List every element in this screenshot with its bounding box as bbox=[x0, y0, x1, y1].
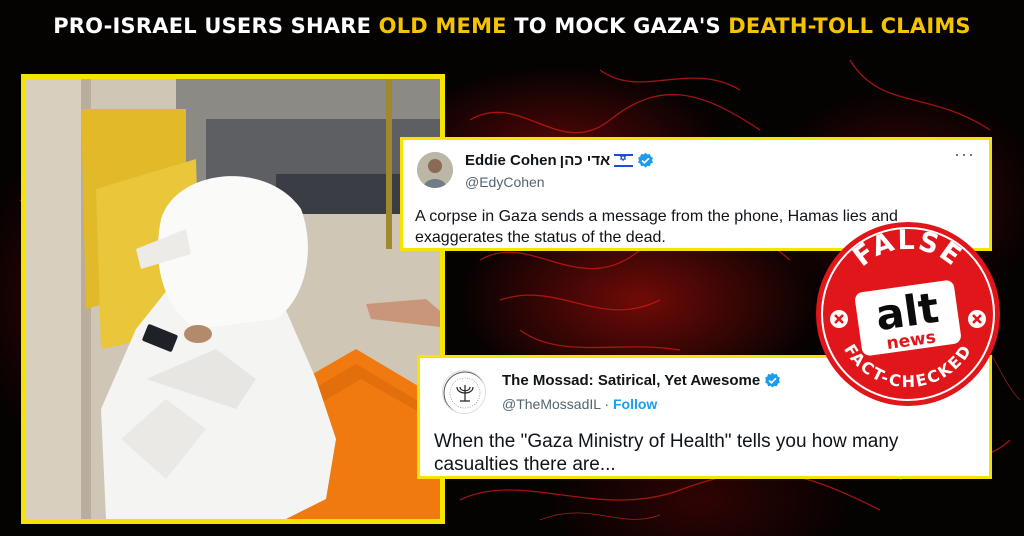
headline-highlight-1: OLD MEME bbox=[378, 14, 507, 38]
headline-part-2: TO MOCK GAZA'S bbox=[506, 14, 729, 38]
follow-link[interactable]: Follow bbox=[613, 396, 657, 412]
handle-line: @TheMossadIL · Follow bbox=[502, 396, 657, 412]
display-name: The Mossad: Satirical, Yet Awesome bbox=[502, 372, 761, 389]
false-fact-checked-stamp: FALSE FACT-CHECKED alt news bbox=[813, 219, 1003, 409]
more-options-icon[interactable]: ··· bbox=[954, 144, 975, 165]
handle[interactable]: @EdyCohen bbox=[465, 174, 545, 190]
verified-badge-icon bbox=[638, 152, 654, 168]
display-name-hebrew: אדי כהן bbox=[559, 152, 611, 169]
handle[interactable]: @TheMossadIL bbox=[502, 396, 601, 412]
tweet-text: When the "Gaza Ministry of Health" tells… bbox=[434, 431, 899, 475]
headline: PRO-ISRAEL USERS SHARE OLD MEME TO MOCK … bbox=[0, 6, 1024, 46]
headline-part-1: PRO-ISRAEL USERS SHARE bbox=[53, 14, 379, 38]
israel-flag-icon bbox=[614, 153, 634, 167]
display-name: Eddie Cohen bbox=[465, 152, 557, 169]
verified-badge-icon bbox=[765, 372, 781, 388]
avatar[interactable] bbox=[417, 152, 453, 188]
stamp-x-left-icon bbox=[830, 310, 848, 328]
separator: · bbox=[600, 396, 613, 412]
stamp-x-right-icon bbox=[968, 310, 986, 328]
headline-highlight-2: DEATH-TOLL CLAIMS bbox=[728, 14, 971, 38]
avatar[interactable] bbox=[442, 370, 486, 414]
user-name[interactable]: Eddie Cohen אדי כהן bbox=[465, 152, 654, 169]
user-name[interactable]: The Mossad: Satirical, Yet Awesome bbox=[502, 372, 781, 389]
meme-photo bbox=[21, 74, 445, 524]
